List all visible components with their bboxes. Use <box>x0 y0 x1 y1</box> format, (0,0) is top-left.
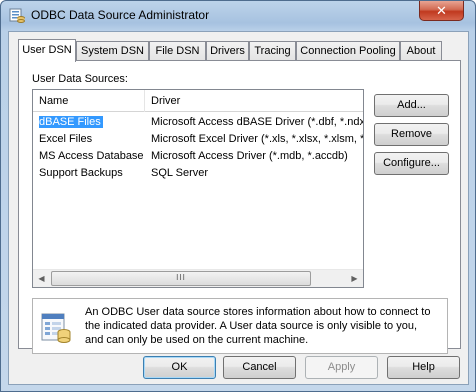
data-sources-list[interactable]: Name Driver dBASE Files Microsoft Access… <box>32 89 364 288</box>
scrollbar-thumb[interactable]: III <box>51 271 311 286</box>
remove-button[interactable]: Remove <box>374 123 449 146</box>
list-item[interactable]: Excel Files Microsoft Excel Driver (*.xl… <box>33 131 363 148</box>
title-bar: ODBC Data Source Administrator ✕ <box>1 1 475 31</box>
info-box: An ODBC User data source stores informat… <box>32 298 448 354</box>
list-item-driver: Microsoft Excel Driver (*.xls, *.xlsx, *… <box>151 133 363 145</box>
list-header: Name Driver <box>33 90 363 112</box>
dialog-body: User DSN System DSN File DSN Drivers Tra… <box>8 31 469 385</box>
add-button[interactable]: Add... <box>374 94 449 117</box>
column-header-driver[interactable]: Driver <box>145 90 363 112</box>
list-item[interactable]: MS Access Database Microsoft Access Driv… <box>33 148 363 165</box>
close-icon: ✕ <box>436 3 447 18</box>
list-item-driver: SQL Server <box>151 167 209 179</box>
odbc-window: ODBC Data Source Administrator ✕ User DS… <box>0 0 476 392</box>
list-item-driver: Microsoft Access dBASE Driver (*.dbf, *.… <box>151 116 363 128</box>
user-dsn-panel: User Data Sources: Name Driver dBASE Fil… <box>18 60 461 354</box>
horizontal-scrollbar[interactable]: ◀ III ▶ <box>33 269 363 287</box>
info-text: An ODBC User data source stores informat… <box>85 305 445 347</box>
tab-about[interactable]: About <box>400 41 442 61</box>
section-label: User Data Sources: <box>32 73 128 85</box>
list-item-name: Excel Files <box>39 133 93 145</box>
tab-system-dsn[interactable]: System DSN <box>76 41 149 61</box>
scroll-left-icon[interactable]: ◀ <box>33 270 50 287</box>
window-title: ODBC Data Source Administrator <box>31 8 210 22</box>
scroll-right-icon[interactable]: ▶ <box>346 270 363 287</box>
list-item[interactable]: Support Backups SQL Server <box>33 165 363 182</box>
info-line: the indicated data provider. A User data… <box>85 320 418 332</box>
ok-button[interactable]: OK <box>143 356 216 379</box>
help-button[interactable]: Help <box>387 356 460 379</box>
tab-drivers[interactable]: Drivers <box>206 41 249 61</box>
tab-tracing[interactable]: Tracing <box>249 41 296 61</box>
tab-file-dsn[interactable]: File DSN <box>149 41 206 61</box>
cancel-button[interactable]: Cancel <box>223 356 296 379</box>
close-button[interactable]: ✕ <box>419 1 464 21</box>
list-item-name: dBASE Files <box>39 116 103 128</box>
data-source-icon <box>41 311 71 343</box>
tab-user-dsn[interactable]: User DSN <box>18 39 76 62</box>
list-item[interactable]: dBASE Files Microsoft Access dBASE Drive… <box>33 114 363 131</box>
info-line: An ODBC User data source stores informat… <box>85 306 431 318</box>
list-item-name: Support Backups <box>39 167 123 179</box>
info-line: and can only be used on the current mach… <box>85 334 309 346</box>
apply-button[interactable]: Apply <box>305 356 378 379</box>
list-item-driver: Microsoft Access Driver (*.mdb, *.accdb) <box>151 150 348 162</box>
column-header-name[interactable]: Name <box>33 90 145 112</box>
configure-button[interactable]: Configure... <box>374 152 449 175</box>
tab-connection-pooling[interactable]: Connection Pooling <box>296 41 400 61</box>
list-item-name: MS Access Database <box>39 150 144 162</box>
odbc-admin-icon <box>9 7 25 23</box>
